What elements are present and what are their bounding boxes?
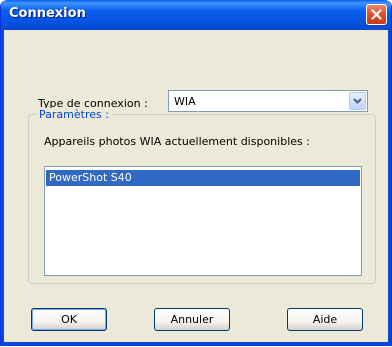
list-item-label: PowerShot S40	[49, 171, 132, 184]
connection-type-value: WIA	[174, 95, 196, 108]
list-item-powershot-s40[interactable]: PowerShot S40	[46, 170, 360, 186]
connection-type-select[interactable]: WIA	[168, 90, 368, 112]
close-icon	[371, 9, 382, 20]
cancel-button[interactable]: Annuler	[154, 308, 230, 331]
window-border-right	[388, 30, 391, 346]
window-border-bottom	[1, 342, 391, 345]
help-button[interactable]: Aide	[287, 308, 363, 331]
window-title: Connexion	[9, 6, 86, 21]
dropdown-button[interactable]	[349, 92, 366, 110]
camera-listbox[interactable]: PowerShot S40	[44, 166, 362, 276]
close-button[interactable]	[366, 4, 387, 25]
settings-group-label: Paramètres :	[36, 108, 112, 121]
chevron-down-icon	[353, 98, 362, 104]
available-cameras-label: Appareils photos WIA actuellement dispon…	[44, 135, 310, 148]
ok-button[interactable]: OK	[31, 308, 107, 331]
title-bar[interactable]: Connexion	[1, 0, 391, 30]
window-border-left	[1, 30, 4, 346]
